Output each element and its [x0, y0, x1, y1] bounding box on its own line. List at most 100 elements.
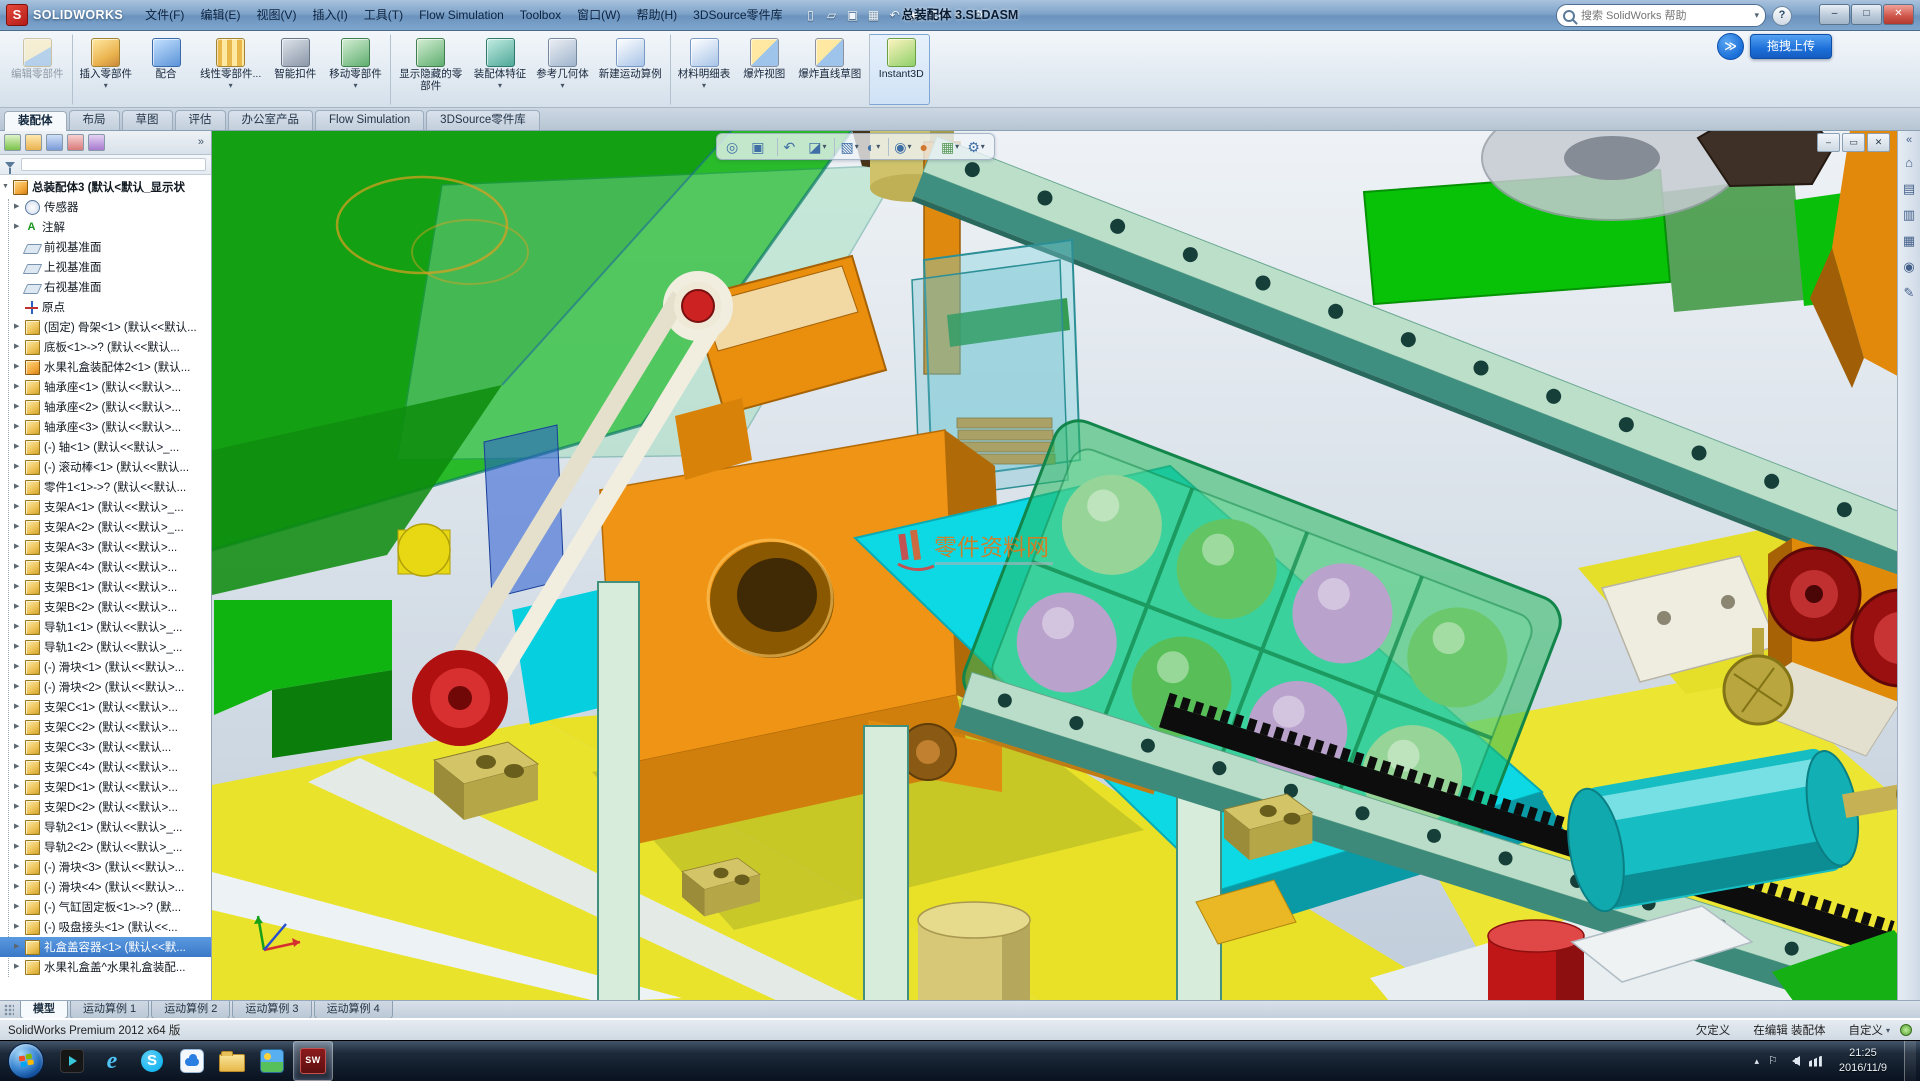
menu-item[interactable]: 帮助(H): [629, 1, 686, 30]
tree-item[interactable]: 右视基准面: [0, 277, 211, 297]
hud-dropdown-arrow-icon[interactable]: ▾: [822, 142, 826, 151]
task-pane-icon[interactable]: ◉: [1903, 260, 1914, 274]
ribbon-button[interactable]: 线性零部件... ▾: [195, 34, 266, 105]
menu-item[interactable]: 窗口(W): [569, 1, 628, 30]
panel-expand-icon[interactable]: »: [195, 136, 207, 148]
splitter-handle[interactable]: [4, 1004, 14, 1016]
red-roller[interactable]: [1488, 920, 1584, 1000]
expand-arrow-icon[interactable]: [14, 457, 25, 477]
hud-dropdown-arrow-icon[interactable]: ▾: [876, 142, 880, 151]
taskbar-app-button[interactable]: [93, 1042, 131, 1080]
expand-arrow-icon[interactable]: [14, 857, 25, 877]
taskbar-app-button[interactable]: [213, 1042, 251, 1080]
assembly-3d-scene[interactable]: 零件资料网: [212, 130, 1920, 1000]
document-window-button[interactable]: –: [1817, 133, 1840, 152]
baidu-cloud-badge-icon[interactable]: [1717, 33, 1744, 60]
window-control-button[interactable]: ✕: [1883, 4, 1914, 25]
drag-upload-button[interactable]: 拖拽上传: [1750, 34, 1832, 59]
expand-arrow-icon[interactable]: [14, 897, 25, 917]
hud-dropdown-arrow-icon[interactable]: ▾: [907, 142, 911, 151]
dropdown-arrow-icon[interactable]: ▾: [104, 81, 108, 91]
show-desktop-button[interactable]: [1904, 1041, 1916, 1081]
menu-item[interactable]: 工具(T): [356, 1, 411, 30]
taskbar-app-button[interactable]: [53, 1042, 91, 1080]
taskbar-app-button[interactable]: [293, 1041, 333, 1081]
tree-item[interactable]: 支架C<4> (默认<<默认>...: [0, 757, 211, 777]
expand-arrow-icon[interactable]: [14, 317, 25, 337]
tree-item[interactable]: 支架B<2> (默认<<默认>...: [0, 597, 211, 617]
quick-access-icon[interactable]: ▦: [864, 5, 884, 25]
expand-arrow-icon[interactable]: [14, 537, 25, 557]
motion-study-tab[interactable]: 运动算例 3: [232, 1001, 311, 1019]
dropdown-arrow-icon[interactable]: ▾: [354, 81, 358, 91]
start-button[interactable]: [8, 1043, 44, 1079]
tree-item[interactable]: 支架C<1> (默认<<默认>...: [0, 697, 211, 717]
menu-item[interactable]: 3DSource零件库: [685, 1, 790, 30]
expand-arrow-icon[interactable]: [14, 497, 25, 517]
help-button[interactable]: ?: [1772, 6, 1792, 26]
tree-item[interactable]: (-) 滑块<4> (默认<<默认>...: [0, 877, 211, 897]
manager-tab-icon[interactable]: [4, 134, 21, 151]
motion-study-tab[interactable]: 运动算例 1: [70, 1001, 149, 1019]
quick-access-icon[interactable]: ▱: [822, 5, 842, 25]
tree-item[interactable]: 总装配体3 (默认<默认_显示状: [0, 177, 211, 197]
hud-icon[interactable]: ◐ ▾: [864, 138, 883, 156]
ribbon-button[interactable]: 材料明细表 ▾: [670, 34, 736, 105]
ribbon-button[interactable]: 新建运动算例 ▾: [594, 34, 667, 105]
tree-item[interactable]: 水果礼盒盖^水果礼盒装配...: [0, 957, 211, 977]
expand-arrow-icon[interactable]: [14, 557, 25, 577]
ribbon-button[interactable]: 装配体特征 ▾: [469, 34, 532, 105]
tree-item[interactable]: 前视基准面: [0, 237, 211, 257]
dropdown-arrow-icon[interactable]: ▾: [702, 81, 706, 91]
window-control-button[interactable]: □: [1851, 4, 1882, 25]
tree-item[interactable]: (-) 滑块<3> (默认<<默认>...: [0, 857, 211, 877]
tree-item[interactable]: 支架A<1> (默认<<默认>_...: [0, 497, 211, 517]
ribbon-tab[interactable]: 办公室产品: [228, 110, 314, 130]
search-input[interactable]: [1579, 9, 1754, 23]
expand-arrow-icon[interactable]: [14, 957, 25, 977]
ribbon-button[interactable]: 显示隐藏的零部件 ▾: [390, 34, 469, 105]
hud-icon[interactable]: ↶ ▾: [777, 138, 803, 156]
expand-arrow-icon[interactable]: [14, 197, 25, 217]
ribbon-tab[interactable]: Flow Simulation: [315, 110, 424, 130]
window-control-button[interactable]: –: [1819, 4, 1850, 25]
expand-arrow-icon[interactable]: [14, 657, 25, 677]
status-item[interactable]: 欠定义 ▾: [1696, 1022, 1738, 1038]
expand-arrow-icon[interactable]: [14, 837, 25, 857]
tree-item[interactable]: 支架A<3> (默认<<默认>...: [0, 537, 211, 557]
dropdown-arrow-icon[interactable]: ▾: [561, 81, 565, 91]
ribbon-button[interactable]: 移动零部件 ▾: [324, 34, 387, 105]
hud-icon[interactable]: ◎ ▾: [723, 138, 746, 156]
tree-item[interactable]: 礼盒盖容器<1> (默认<<默...: [0, 937, 211, 957]
ribbon-button[interactable]: 爆炸直线草图 ▾: [793, 34, 866, 105]
document-window-button[interactable]: ▭: [1842, 133, 1865, 152]
status-dropdown-icon[interactable]: ▾: [1886, 1026, 1890, 1035]
expand-arrow-icon[interactable]: [14, 357, 25, 377]
tray-icon[interactable]: ▴: [1754, 1055, 1759, 1067]
ribbon-button[interactable]: 参考几何体 ▾: [531, 34, 594, 105]
tray-icon[interactable]: ⚐: [1768, 1055, 1778, 1067]
expand-arrow-icon[interactable]: [14, 797, 25, 817]
tree-item[interactable]: 支架D<2> (默认<<默认>...: [0, 797, 211, 817]
expand-arrow-icon[interactable]: [14, 777, 25, 797]
tree-item[interactable]: 支架A<4> (默认<<默认>...: [0, 557, 211, 577]
tree-item[interactable]: 水果礼盒装配体2<1> (默认...: [0, 357, 211, 377]
motion-study-tab[interactable]: 运动算例 2: [151, 1001, 230, 1019]
hud-dropdown-arrow-icon[interactable]: ▾: [981, 142, 985, 151]
menu-item[interactable]: 插入(I): [304, 1, 355, 30]
taskbar-app-button[interactable]: [253, 1042, 291, 1080]
tree-item[interactable]: (固定) 骨架<1> (默认<<默认...: [0, 317, 211, 337]
expand-arrow-icon[interactable]: [14, 717, 25, 737]
menu-item[interactable]: Flow Simulation: [411, 1, 512, 30]
yellow-pivot[interactable]: [398, 524, 450, 576]
manager-tab-icon[interactable]: [25, 134, 42, 151]
taskbar-app-button[interactable]: [133, 1042, 171, 1080]
motion-study-tab[interactable]: 运动算例 4: [314, 1001, 393, 1019]
tree-item[interactable]: 支架D<1> (默认<<默认>...: [0, 777, 211, 797]
ribbon-button[interactable]: 编辑零部件 ▾: [6, 34, 69, 105]
expand-arrow-icon[interactable]: [14, 377, 25, 397]
manager-tab-icon[interactable]: [67, 134, 84, 151]
hud-icon[interactable]: ● ▾: [916, 138, 935, 156]
tree-item[interactable]: (-) 滚动棒<1> (默认<<默认...: [0, 457, 211, 477]
tree-item[interactable]: 零件1<1>->? (默认<<默认...: [0, 477, 211, 497]
